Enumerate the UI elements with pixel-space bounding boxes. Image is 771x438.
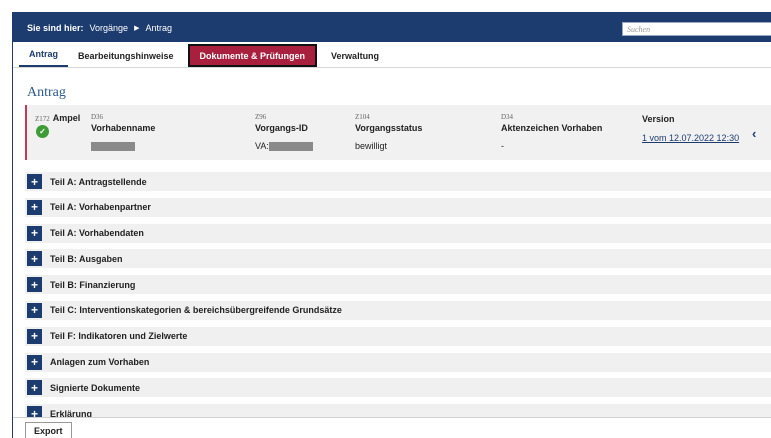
accordion-item-label: Teil A: Antragstellende [50, 176, 147, 187]
vorhabenname-cell: D36 Vorhabenname [91, 113, 156, 152]
ampel-cell: Z172 Ampel [35, 113, 80, 125]
aktenzeichen-title: Aktenzeichen Vorhaben [501, 123, 603, 133]
version-cell: Version 1 vom 12.07.2022 12:30 [642, 114, 739, 143]
aktenzeichen-code: D34 [501, 113, 514, 121]
tab-antrag[interactable]: Antrag [19, 43, 68, 67]
breadcrumb: Sie sind hier: Vorgänge ▶ Antrag [13, 23, 172, 33]
status-cell: Z104 Vorgangsstatus bewilligt [355, 113, 422, 151]
breadcrumb-item-antrag: Antrag [145, 22, 172, 33]
chevron-left-icon[interactable]: ‹ [752, 126, 756, 141]
plus-icon[interactable]: + [27, 354, 42, 370]
tab-verwaltung[interactable]: Verwaltung [321, 45, 389, 67]
accordion-item[interactable]: + Teil A: Antragstellende [25, 172, 771, 191]
plus-icon[interactable]: + [27, 225, 42, 241]
plus-icon[interactable]: + [27, 277, 42, 293]
aktenzeichen-cell: D34 Aktenzeichen Vorhaben - [501, 113, 602, 151]
breadcrumb-item-vorgaenge[interactable]: Vorgänge [90, 23, 129, 33]
accordion-item-label: Teil F: Indikatoren und Zielwerte [50, 331, 188, 342]
plus-icon[interactable]: + [27, 251, 42, 267]
section-accordion: + Teil A: Antragstellende + Teil A: Vorhabe… [25, 172, 771, 430]
vorhabenname-title: Vorhabenname [91, 123, 156, 133]
breadcrumb-lead: Sie sind hier: [27, 22, 84, 33]
accordion-item[interactable]: + Signierte Dokumente [25, 378, 771, 398]
page-title: Antrag [27, 85, 66, 100]
accordion-item[interactable]: + Teil A: Vorhabendaten [25, 223, 771, 243]
aktenzeichen-value: - [501, 141, 504, 151]
plus-icon[interactable]: + [27, 328, 42, 344]
application-summary: Z172 Ampel ✓ D36 Vorhabenname Z96 Vorgan… [25, 105, 771, 160]
status-title: Vorgangsstatus [355, 123, 423, 133]
version-link[interactable]: 1 vom 12.07.2022 12:30 [642, 133, 739, 143]
vorgangs-id-title: Vorgangs-ID [255, 123, 308, 133]
footer-bar: Export [13, 417, 771, 438]
status-code: Z104 [355, 113, 370, 121]
check-icon: ✓ [36, 125, 49, 138]
ampel-title: Ampel [52, 113, 81, 123]
tab-dokumente-pruefungen[interactable]: Dokumente & Prüfungen [187, 44, 318, 67]
top-bar: Sie sind hier: Vorgänge ▶ Antrag Suchen [13, 13, 771, 42]
accordion-item[interactable]: + Teil A: Vorhabenpartner [25, 197, 771, 217]
plus-icon[interactable]: + [27, 380, 42, 396]
vorgangs-id-cell: Z96 Vorgangs-ID VA: [255, 113, 313, 152]
export-button[interactable]: Export [25, 422, 72, 438]
accordion-item[interactable]: + Teil B: Finanzierung [25, 275, 771, 295]
accordion-item-label: Teil C: Interventionskategorien & bereic… [50, 305, 342, 316]
vorhabenname-value [91, 141, 155, 152]
accordion-item[interactable]: + Teil C: Interventionskategorien & berei… [25, 300, 771, 320]
breadcrumb-arrow-icon: ▶ [134, 24, 140, 32]
tab-bearbeitungshinweise[interactable]: Bearbeitungshinweise [68, 45, 184, 67]
vorgangs-id-value: VA: [255, 141, 313, 152]
tab-bar: Antrag Bearbeitungshinweise Dokumente & … [13, 42, 771, 68]
plus-icon[interactable]: + [27, 302, 42, 318]
accordion-item-label: Teil A: Vorhabendaten [50, 228, 144, 239]
accordion-item-label: Teil A: Vorhabenpartner [50, 202, 151, 213]
accordion-item-label: Teil B: Ausgaben [50, 253, 123, 264]
accordion-item-label: Signierte Dokumente [50, 382, 141, 393]
search-input[interactable]: Suchen [622, 22, 771, 36]
vorhabenname-code: D36 [91, 113, 104, 121]
accordion-item[interactable]: + Anlagen zum Vorhaben [25, 352, 771, 372]
vorgangs-id-code: Z96 [255, 113, 267, 121]
accordion-item[interactable]: + Teil F: Indikatoren und Zielwerte [25, 326, 771, 346]
redacted-value [91, 142, 135, 152]
redacted-value [268, 142, 313, 152]
app-frame: Sie sind hier: Vorgänge ▶ Antrag Suchen … [12, 12, 771, 438]
ampel-code: Z172 [35, 115, 50, 123]
accordion-item[interactable]: + Teil B: Ausgaben [25, 249, 771, 269]
plus-icon[interactable]: + [27, 174, 42, 189]
vorgangs-id-prefix: VA: [255, 141, 269, 151]
plus-icon[interactable]: + [27, 199, 42, 215]
accordion-item-label: Teil B: Finanzierung [50, 279, 136, 290]
status-value: bewilligt [355, 141, 388, 151]
version-title: Version [642, 114, 675, 124]
accordion-item-label: Anlagen zum Vorhaben [50, 357, 150, 368]
